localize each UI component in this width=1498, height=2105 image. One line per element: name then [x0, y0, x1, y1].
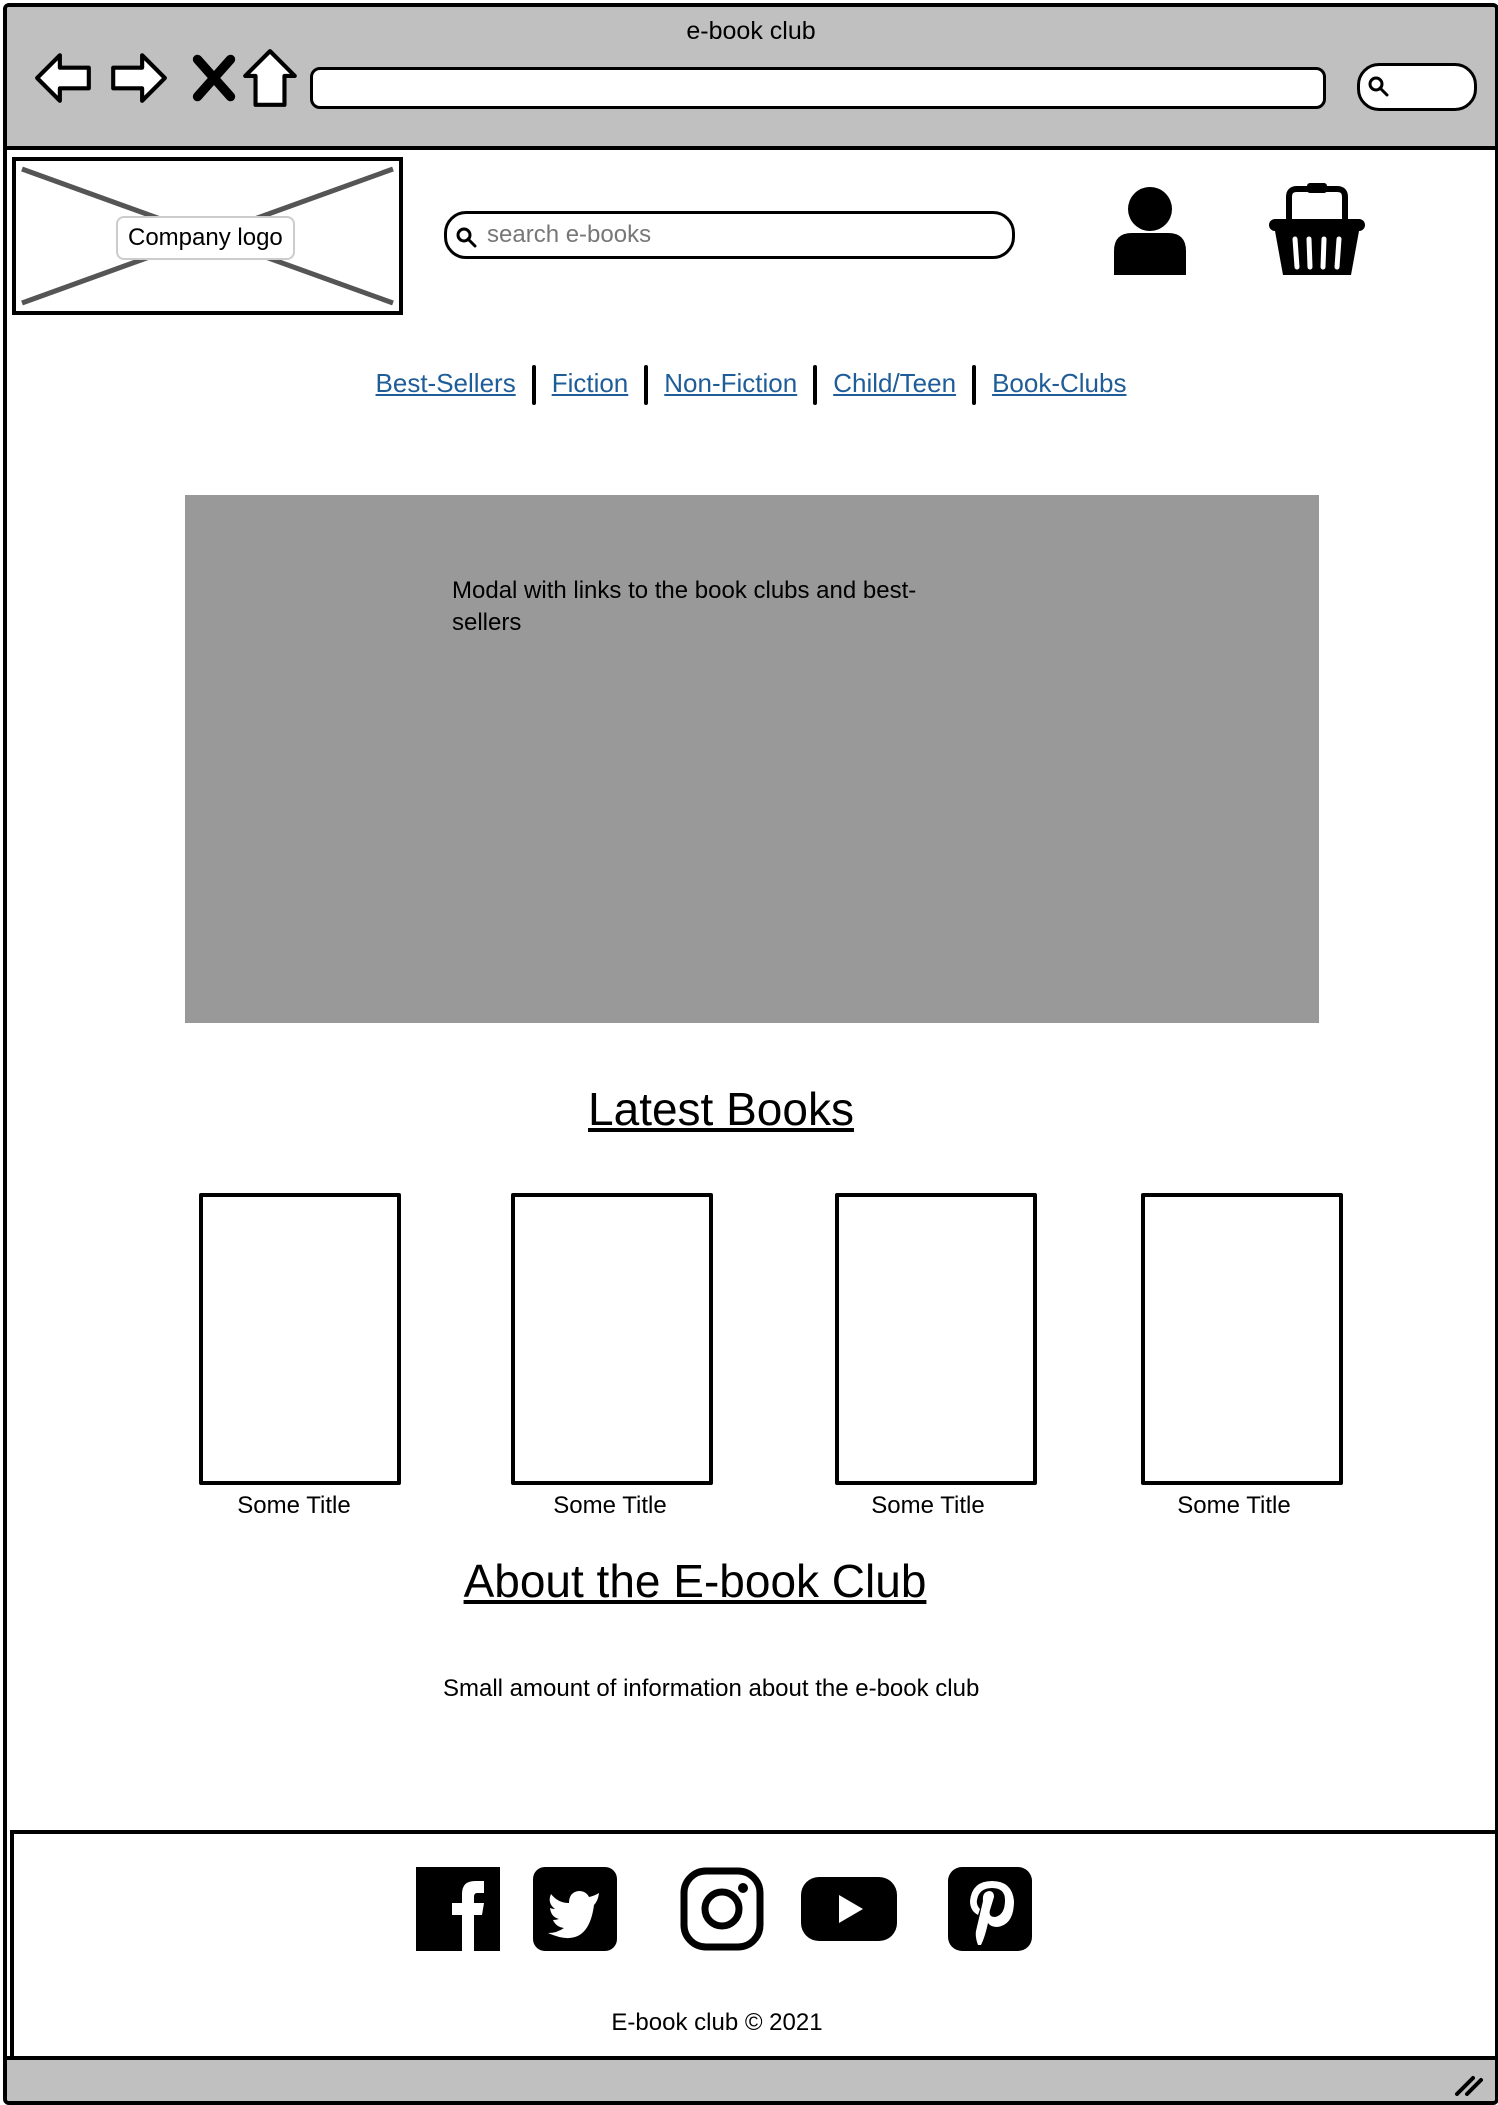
user-account-button[interactable]: [1112, 185, 1188, 275]
window-title: e-book club: [686, 17, 816, 45]
address-bar[interactable]: [310, 67, 1326, 109]
pinterest-link[interactable]: [948, 1867, 1032, 1951]
nav-link-non-fiction[interactable]: Non-Fiction: [664, 368, 797, 398]
stop-button[interactable]: [183, 47, 245, 109]
nav-divider: [972, 365, 977, 405]
company-logo[interactable]: Company logo: [12, 157, 403, 315]
featured-modal[interactable]: Modal with links to the book clubs and b…: [185, 495, 1319, 1023]
arrow-right-icon: [111, 53, 167, 103]
about-heading: About the E-book Club: [463, 1555, 927, 1607]
book-title[interactable]: Some Title: [164, 1492, 424, 1520]
facebook-link[interactable]: [416, 1867, 500, 1951]
nav-link-best-sellers[interactable]: Best-Sellers: [376, 368, 516, 398]
pinterest-icon: [948, 1867, 1032, 1951]
youtube-link[interactable]: [801, 1867, 897, 1951]
copyright-text: E-book club © 2021: [611, 2009, 823, 2036]
nav-divider: [644, 365, 649, 405]
book-cover[interactable]: [511, 1193, 713, 1485]
twitter-icon: [533, 1867, 617, 1951]
search-input[interactable]: [485, 218, 989, 252]
category-nav: Best-Sellers Fiction Non-Fiction Child/Teen…: [7, 365, 1495, 405]
book-title[interactable]: Some Title: [798, 1492, 1058, 1520]
instagram-icon: [680, 1867, 764, 1951]
home-icon: [243, 49, 297, 107]
logo-label: Company logo: [116, 216, 295, 260]
browser-search-box[interactable]: [1357, 63, 1477, 111]
forward-button[interactable]: [107, 47, 169, 109]
basket-icon: [1269, 183, 1365, 275]
close-icon: [192, 54, 236, 102]
nav-link-fiction[interactable]: Fiction: [552, 368, 629, 398]
basket-button[interactable]: [1267, 183, 1367, 277]
search-bar[interactable]: [444, 211, 1015, 259]
back-button[interactable]: [33, 47, 95, 109]
arrow-left-icon: [35, 53, 91, 103]
browser-statusbar: [7, 2056, 1495, 2101]
search-icon: [456, 227, 477, 248]
search-icon: [1368, 76, 1389, 97]
book-title[interactable]: Some Title: [1104, 1492, 1364, 1520]
youtube-icon: [801, 1877, 897, 1941]
user-icon: [1114, 187, 1186, 275]
resize-grip-icon[interactable]: [1453, 2072, 1483, 2096]
twitter-link[interactable]: [533, 1867, 617, 1951]
latest-books-heading: Latest Books: [588, 1083, 854, 1135]
nav-link-book-clubs[interactable]: Book-Clubs: [992, 368, 1126, 398]
book-cover[interactable]: [199, 1193, 401, 1485]
nav-divider: [813, 365, 818, 405]
about-text: Small amount of information about the e-…: [443, 1675, 980, 1702]
modal-text: Modal with links to the book clubs and b…: [452, 577, 917, 636]
browser-titlebar: e-book club: [7, 7, 1495, 150]
book-title[interactable]: Some Title: [480, 1492, 740, 1520]
book-cover[interactable]: [1141, 1193, 1343, 1485]
facebook-icon: [416, 1867, 500, 1951]
instagram-link[interactable]: [680, 1867, 764, 1951]
book-cover[interactable]: [835, 1193, 1037, 1485]
nav-link-child-teen[interactable]: Child/Teen: [833, 368, 956, 398]
browser-window: e-book club Company logo search e-books …: [3, 3, 1498, 2105]
home-button[interactable]: [239, 47, 301, 109]
nav-divider: [531, 365, 536, 405]
